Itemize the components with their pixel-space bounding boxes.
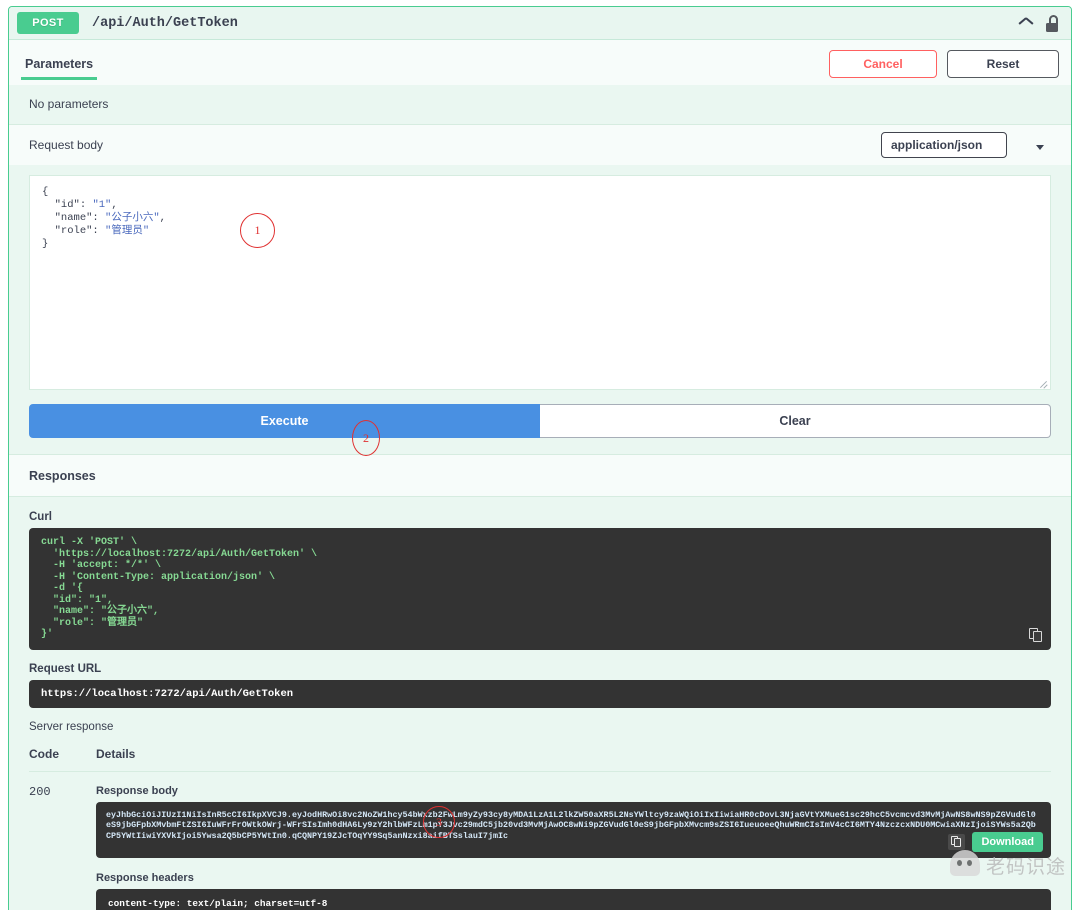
request-body-editor-wrap: { "id": "1", "name": "公子小六", "role": "管理… bbox=[9, 165, 1071, 396]
cancel-button[interactable]: Cancel bbox=[829, 50, 937, 78]
swagger-operation-page: POST /api/Auth/GetToken Parameters Cance… bbox=[0, 0, 1080, 910]
download-button[interactable]: Download bbox=[972, 831, 1043, 852]
media-type-value[interactable]: application/json bbox=[881, 132, 1008, 158]
media-type-select[interactable]: application/json bbox=[881, 132, 1053, 158]
response-status-code: 200 bbox=[29, 784, 51, 799]
responses-table: Code Details 200 Response body eyJhbGciO… bbox=[29, 747, 1051, 910]
execute-button[interactable]: Execute bbox=[29, 404, 540, 438]
column-header-details: Details bbox=[96, 746, 136, 761]
response-details: Response body eyJhbGciOiJIUzI1NiIsInR5cC… bbox=[96, 785, 1051, 910]
server-response-label: Server response bbox=[29, 720, 114, 733]
chevron-down-icon bbox=[1036, 145, 1044, 150]
response-headers-value: content-type: text/plain; charset=utf-8 … bbox=[108, 897, 328, 910]
operation-summary-bar[interactable]: POST /api/Auth/GetToken bbox=[9, 7, 1071, 39]
response-body-value: eyJhbGciOiJIUzI1NiIsInR5cCI6IkpXVCJ9.eyJ… bbox=[106, 809, 1036, 841]
responses-table-header: Code Details bbox=[29, 747, 1051, 772]
operation-path: /api/Auth/GetToken bbox=[92, 15, 238, 31]
copy-curl-icon[interactable] bbox=[1029, 627, 1043, 643]
curl-block: curl -X 'POST' \ 'https://localhost:7272… bbox=[29, 528, 1051, 650]
copy-icon[interactable] bbox=[948, 833, 966, 850]
unlocked-padlock-icon[interactable] bbox=[1045, 14, 1059, 32]
request-body-header: Request body application/json bbox=[9, 124, 1071, 165]
request-body-json: { "id": "1", "name": "公子小六", "role": "管理… bbox=[42, 186, 166, 250]
reset-button[interactable]: Reset bbox=[947, 50, 1059, 78]
response-body-label: Response body bbox=[96, 784, 178, 797]
response-headers-label: Response headers bbox=[96, 871, 194, 884]
parameters-toolbar: Parameters Cancel Reset bbox=[9, 39, 1071, 85]
no-parameters-text: No parameters bbox=[9, 85, 1071, 124]
table-row: 200 Response body eyJhbGciOiJIUzI1NiIsIn… bbox=[29, 772, 1051, 910]
request-url-block: https://localhost:7272/api/Auth/GetToken bbox=[29, 679, 1051, 708]
responses-section: Curl curl -X 'POST' \ 'https://localhost… bbox=[9, 497, 1071, 910]
tab-parameters[interactable]: Parameters bbox=[21, 55, 98, 80]
toolbar-buttons: Cancel Reset bbox=[829, 50, 1059, 85]
curl-command: curl -X 'POST' \ 'https://localhost:7272… bbox=[41, 537, 318, 640]
curl-label: Curl bbox=[29, 511, 52, 523]
http-method-badge: POST bbox=[17, 12, 79, 34]
operation-summary-actions bbox=[1019, 14, 1061, 32]
responses-section-title: Responses bbox=[9, 454, 1071, 497]
opblock-post-gettoken: POST /api/Auth/GetToken Parameters Cance… bbox=[8, 6, 1072, 910]
chevron-up-icon[interactable] bbox=[1019, 19, 1033, 28]
column-header-code: Code bbox=[29, 746, 59, 761]
operation-body: Parameters Cancel Reset No parameters Re… bbox=[9, 39, 1071, 910]
editor-resize-handle[interactable] bbox=[1037, 376, 1048, 387]
execute-clear-row: Execute Clear bbox=[9, 396, 1071, 454]
clear-button[interactable]: Clear bbox=[540, 404, 1051, 438]
request-url-label: Request URL bbox=[29, 662, 102, 675]
response-body-actions: Download bbox=[948, 831, 1043, 852]
request-body-editor[interactable]: { "id": "1", "name": "公子小六", "role": "管理… bbox=[29, 175, 1051, 390]
response-body: eyJhbGciOiJIUzI1NiIsInR5cCI6IkpXVCJ9.eyJ… bbox=[96, 801, 1051, 858]
response-headers: content-type: text/plain; charset=utf-8 … bbox=[96, 888, 1051, 910]
request-body-label: Request body bbox=[29, 138, 104, 152]
request-url-value: https://localhost:7272/api/Auth/GetToken bbox=[41, 687, 294, 700]
